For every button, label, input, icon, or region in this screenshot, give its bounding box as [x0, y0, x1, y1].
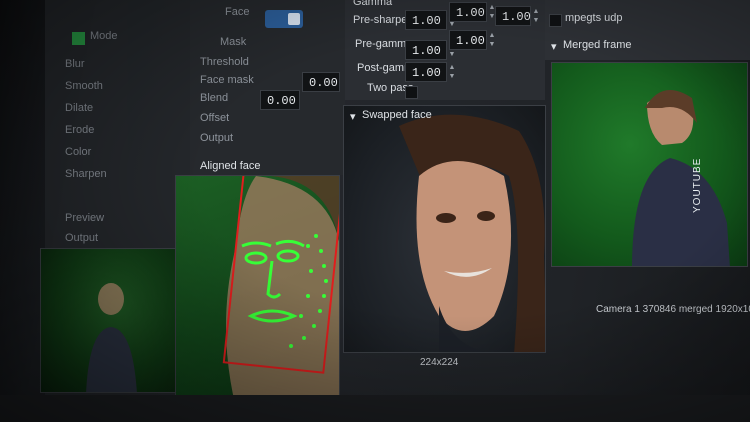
- mpegts-checkbox[interactable]: [549, 14, 562, 27]
- person-silhouette: [86, 283, 137, 392]
- spin-arrows-icon[interactable]: ▲▼: [488, 31, 496, 49]
- merged-frame-image: [632, 90, 730, 266]
- aligned-face-view: [175, 175, 340, 407]
- faceswap-app-window: Mode Blur Smooth Dilate Erode Color Shar…: [0, 0, 750, 422]
- gamma-label: Gamma: [353, 0, 393, 8]
- chevron-down-icon[interactable]: ▾: [551, 40, 557, 53]
- setting-label: Smooth: [65, 80, 103, 92]
- enable-checkbox[interactable]: [72, 32, 85, 45]
- offset-x-input[interactable]: 0.00: [260, 90, 300, 110]
- swapped-face-title: Swapped face: [362, 109, 432, 121]
- mpegts-label: mpegts udp: [565, 12, 623, 24]
- setting-label: Output: [200, 132, 234, 144]
- setting-label: Sharpen: [65, 168, 107, 180]
- pre-gamma-g-input[interactable]: 1.00: [449, 30, 487, 50]
- setting-label: Dilate: [65, 102, 94, 114]
- swapped-resolution-label: 224x224: [420, 357, 459, 368]
- color-controls-panel: Gamma Pre-sharpen Pre-gamma Post-gamma T…: [345, 0, 545, 100]
- offset-y-input[interactable]: 0.00: [302, 72, 340, 92]
- pre-sharpen-b-input[interactable]: 1.00: [495, 6, 531, 26]
- spin-arrows-icon[interactable]: ▲▼: [532, 7, 540, 25]
- setting-label: Mode: [90, 30, 118, 42]
- face-toggle[interactable]: [265, 10, 303, 28]
- setting-label: Blur: [65, 58, 85, 70]
- swapped-face-view: [343, 105, 546, 353]
- setting-label: Color: [65, 146, 92, 158]
- source-frame-thumbnail: [40, 248, 180, 393]
- setting-label: Offset: [200, 112, 230, 124]
- post-gamma-input[interactable]: 1.00: [405, 62, 447, 82]
- setting-label: Preview: [65, 212, 105, 224]
- pre-gamma-r-input[interactable]: 1.00: [405, 40, 447, 60]
- mid-settings-panel: Face Mask Threshold Face mask Blend Offs…: [190, 0, 345, 175]
- setting-label: Erode: [65, 124, 95, 136]
- setting-label: Blend: [200, 92, 229, 104]
- setting-label: Threshold: [200, 56, 249, 68]
- bottom-area: [0, 395, 750, 422]
- setting-label: Output: [65, 232, 99, 244]
- pre-gamma-label: Pre-gamma: [355, 38, 413, 50]
- merged-frame-view: YOUTUBE: [551, 62, 748, 267]
- watermark-text: YOUTUBE: [692, 157, 703, 213]
- setting-label: Mask: [220, 36, 247, 48]
- chevron-down-icon[interactable]: ▾: [350, 110, 356, 123]
- spin-arrows-icon[interactable]: ▲▼: [448, 63, 456, 81]
- pre-sharpen-r-input[interactable]: 1.00: [405, 10, 447, 30]
- merged-frame-title: Merged frame: [563, 39, 632, 51]
- two-pass-checkbox[interactable]: [405, 86, 418, 99]
- output-settings-panel: mpegts udp ▾ Merged frame: [545, 0, 750, 60]
- aligned-face-image: [222, 176, 339, 406]
- merged-footer-label: Camera 1 370846 merged 1920x1080: [596, 304, 750, 315]
- aligned-face-title: Aligned face: [200, 160, 261, 172]
- pre-sharpen-g-input[interactable]: 1.00: [449, 2, 487, 22]
- swapped-face-image: [399, 114, 545, 352]
- setting-label: Face: [225, 6, 250, 18]
- setting-label: Face mask: [200, 74, 254, 86]
